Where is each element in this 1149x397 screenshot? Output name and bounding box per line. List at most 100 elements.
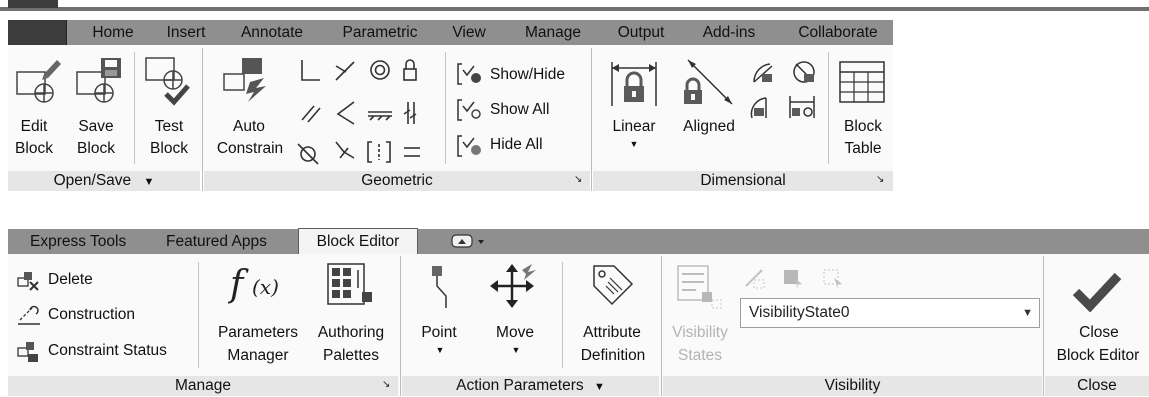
- panel-divider: [591, 48, 592, 191]
- test-label: Test: [154, 118, 184, 135]
- visibility-panel-title: Visibility: [663, 376, 1042, 396]
- authoring-label: Authoring: [317, 324, 385, 341]
- application-menu-button[interactable]: [8, 20, 67, 45]
- manage-panel-label: Manage: [174, 377, 231, 394]
- tab-collaborate[interactable]: Collaborate: [784, 20, 892, 45]
- hide-all-label: Hide All: [490, 136, 543, 153]
- test-block-icon: [145, 57, 190, 106]
- window-top-border: [0, 7, 1149, 11]
- chevron-down-icon: ▼: [511, 345, 521, 355]
- chevron-down-icon: ▼: [593, 381, 605, 393]
- open-save-panel-title[interactable]: Open/Save ▼: [8, 171, 200, 191]
- aligned-dimension-icon: [684, 59, 733, 105]
- svg-text:f: f: [228, 264, 249, 305]
- save-label: Save: [78, 118, 114, 135]
- delete-label: Delete: [48, 271, 93, 288]
- close-panel-label: Close: [1077, 377, 1117, 394]
- point-parameter-icon: [432, 266, 447, 308]
- checkmark-icon: [1072, 272, 1122, 312]
- chevron-down-icon: ▼: [435, 345, 445, 355]
- construction-icon: [18, 305, 40, 325]
- show-hide-label: Show/Hide: [490, 66, 565, 83]
- block-editor-label: Block Editor: [1056, 347, 1140, 364]
- definition-label: Definition: [580, 347, 646, 364]
- divider: [445, 52, 446, 164]
- manager-label: Manager: [227, 347, 289, 364]
- panel-divider: [202, 48, 203, 191]
- dimensional-dialog-launcher-icon[interactable]: ↘: [876, 174, 884, 185]
- attribute-label: Attribute: [583, 324, 641, 341]
- geometric-panel-label: Geometric: [361, 172, 433, 189]
- tab-manage[interactable]: Manage: [516, 20, 590, 45]
- svg-text:(x): (x): [252, 275, 279, 299]
- manage-panel-title: Manage: [8, 376, 398, 396]
- geometric-panel-title: Geometric: [204, 171, 590, 191]
- block-table-icon: [839, 61, 885, 103]
- visibility-state-dropdown[interactable]: VisibilityState0 ▼: [740, 298, 1040, 328]
- visibility-states-icon: [677, 265, 722, 309]
- panel-divider: [661, 256, 662, 396]
- geometric-constraint-icons: [297, 59, 420, 165]
- tab-block-editor[interactable]: Block Editor: [298, 228, 418, 255]
- construction-label: Construction: [48, 306, 136, 323]
- delete-icon: [17, 272, 39, 291]
- block-label-3: Block: [150, 140, 188, 157]
- coincident-icon: [301, 60, 320, 81]
- states-label: States: [678, 347, 722, 364]
- close-panel-title: Close: [1045, 376, 1149, 396]
- block-label-2: Block: [77, 140, 115, 157]
- show-hide-icon: [457, 63, 481, 85]
- parameters-label: Parameters: [217, 324, 299, 341]
- dimension-tool-icons: [750, 61, 815, 119]
- action-parameters-panel-title[interactable]: Action Parameters ▼: [402, 376, 659, 396]
- tab-express-tools[interactable]: Express Tools: [30, 229, 126, 254]
- move-arrows-icon: [490, 264, 536, 308]
- dimensional-panel-label: Dimensional: [700, 172, 786, 189]
- block-label-1: Block: [15, 140, 53, 157]
- block-table-label-2: Table: [844, 140, 882, 157]
- divider: [134, 52, 135, 164]
- authoring-palettes-icon: [327, 263, 372, 305]
- tab-home[interactable]: Home: [84, 20, 142, 45]
- chevron-down-icon: ▼: [143, 176, 155, 188]
- tab-insert[interactable]: Insert: [159, 20, 213, 45]
- show-all-label: Show All: [490, 101, 550, 118]
- divider: [198, 262, 199, 368]
- chevron-down-icon: ▼: [629, 139, 639, 149]
- visibility-mode-icons: [745, 269, 842, 290]
- action-parameters-panel-label: Action Parameters: [456, 377, 584, 394]
- hide-all-icon: [457, 135, 481, 157]
- open-save-panel-label: Open/Save: [53, 172, 132, 189]
- manage-dialog-launcher-icon[interactable]: ↘: [382, 379, 390, 390]
- edit-label-1: Edit: [20, 118, 48, 135]
- dimensional-panel-title: Dimensional: [593, 171, 893, 191]
- visibility-state-value: VisibilityState0: [749, 304, 850, 321]
- geometric-dialog-launcher-icon[interactable]: ↘: [574, 174, 582, 185]
- tab-add-ins[interactable]: Add-ins: [694, 20, 764, 45]
- constraint-status-label: Constraint Status: [48, 342, 167, 359]
- constrain-label: Constrain: [216, 140, 284, 157]
- edit-block-icon: [16, 60, 61, 103]
- auto-constrain-icon: [223, 58, 266, 102]
- tab-parametric[interactable]: Parametric: [333, 20, 427, 45]
- visibility-panel-label: Visibility: [824, 377, 881, 394]
- panel-divider: [1043, 256, 1044, 396]
- tab-view[interactable]: View: [446, 20, 492, 45]
- constraint-status-icon: [17, 342, 38, 362]
- auto-label: Auto: [233, 118, 265, 135]
- workspace-toggle-button[interactable]: [446, 233, 490, 249]
- function-fx-icon: f (x): [228, 264, 279, 305]
- panel-divider: [400, 256, 401, 396]
- tab-annotate[interactable]: Annotate: [230, 20, 314, 45]
- save-block-icon: [76, 58, 121, 103]
- divider: [562, 262, 563, 368]
- panel-minimize-icon: [451, 234, 484, 248]
- palettes-label: Palettes: [322, 347, 379, 364]
- app-corner: [8, 0, 58, 8]
- tab-output[interactable]: Output: [609, 20, 673, 45]
- aligned-label: Aligned: [683, 118, 735, 135]
- tab-featured-apps[interactable]: Featured Apps: [166, 229, 267, 254]
- linear-dimension-icon: [611, 62, 657, 106]
- block-table-label-1: Block: [844, 118, 882, 135]
- visibility-label: Visibility: [672, 324, 728, 341]
